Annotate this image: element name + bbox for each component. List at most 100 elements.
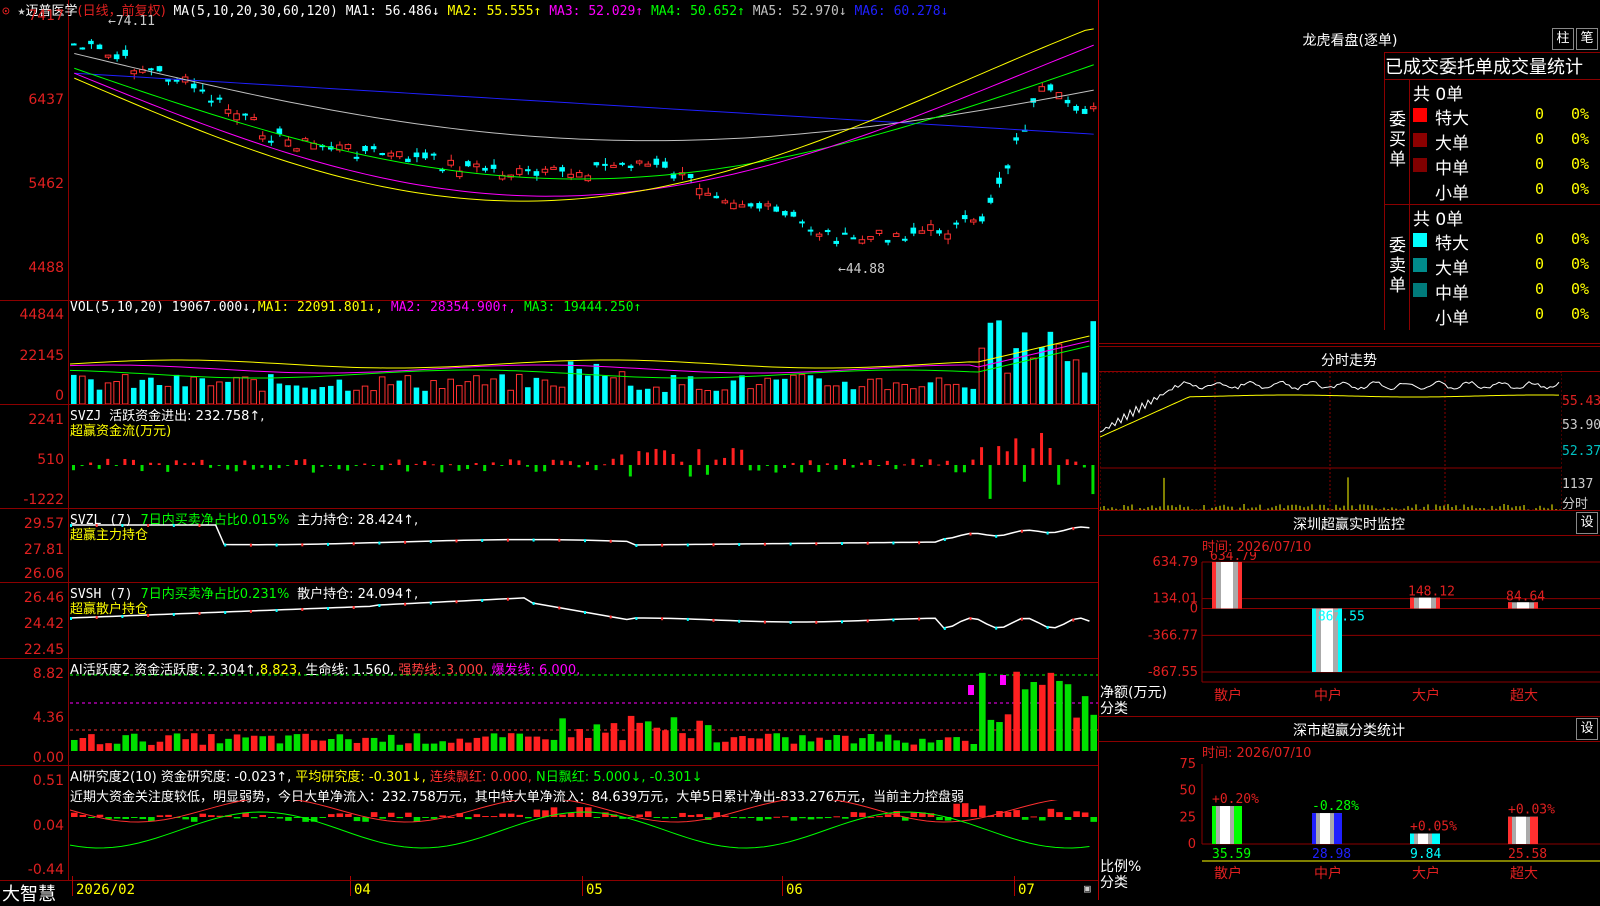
- intraday-tick: 55.43: [1562, 394, 1600, 409]
- ai-active-bar: [396, 744, 404, 751]
- sell-row-pct: 0%: [1571, 230, 1590, 248]
- volume-bar: [602, 375, 608, 404]
- svzj-bar: [654, 448, 658, 465]
- classify-chart[interactable]: 75 50 25 0 +0.20% 35.59 散户 -0.28% 28.98 中户 +0.05% 9…: [1098, 758, 1600, 900]
- ai-active-bar: [636, 722, 643, 751]
- volume-bar: [71, 374, 77, 404]
- classify-bar-edge: [1234, 806, 1242, 844]
- ai-active-bar: [79, 738, 87, 751]
- monitor-bar-highlight: [1221, 562, 1233, 609]
- volume-bar: [773, 379, 780, 404]
- pane-divider: [0, 880, 1098, 881]
- price-candle: [584, 175, 592, 182]
- svsh-chart[interactable]: [70, 583, 1098, 658]
- classify-settings-button[interactable]: 设: [1576, 718, 1598, 740]
- ai-research-bar: [936, 817, 943, 821]
- ai-active-tick: 4.36: [32, 710, 64, 726]
- svzj-bar: [868, 459, 872, 465]
- volume-bar: [121, 374, 129, 404]
- svzl-tick: 26.06: [23, 566, 64, 582]
- bar-mode-button[interactable]: 柱: [1552, 28, 1574, 50]
- svzj-chart[interactable]: [70, 405, 1098, 508]
- ai-active-bar: [1021, 689, 1029, 751]
- volume-bar: [687, 376, 694, 404]
- price-tick: 5462: [28, 176, 64, 192]
- ai-active-bar: [550, 739, 558, 751]
- volume-bar: [156, 385, 163, 404]
- ai-active-chart[interactable]: [70, 659, 1098, 765]
- dragon-table: 委买单 委卖单 共 0单 共 0单 特大 0 0% 大单 0 0% 中单 0 0% 小单 0 0% 特…: [1384, 80, 1600, 330]
- ai-research-bar: [687, 814, 695, 817]
- sell-row-pct: 0%: [1571, 255, 1590, 273]
- svzj-bar: [294, 460, 298, 465]
- ai-research-bar: [1090, 817, 1097, 822]
- ai-research-bar: [113, 817, 121, 819]
- ai-active-bar: [439, 741, 446, 751]
- price-tick: 6437: [28, 92, 64, 108]
- volume-bar: [678, 384, 686, 404]
- tick-mode-button[interactable]: 笔: [1576, 28, 1598, 50]
- svzl-dot: [224, 543, 227, 547]
- intraday-chart[interactable]: [1100, 372, 1562, 510]
- svzj-bar: [209, 465, 213, 468]
- buy-group-label: 委买单: [1389, 110, 1406, 170]
- price-candle: [610, 164, 617, 168]
- svzl-dot: [198, 524, 201, 527]
- ai-research-chart[interactable]: [70, 800, 1098, 880]
- volume-chart[interactable]: [70, 316, 1098, 404]
- ai-active-bar: [156, 741, 164, 751]
- price-candle: [961, 215, 968, 220]
- ai-research-bar: [1047, 808, 1055, 817]
- price-candle: [858, 239, 866, 244]
- svsh-dot: [738, 619, 741, 623]
- volume-bar: [567, 361, 574, 404]
- svzl-chart[interactable]: [70, 509, 1098, 582]
- classify-bar-edge: [1312, 813, 1316, 844]
- price-chart[interactable]: [70, 14, 1098, 300]
- monitor-settings-button[interactable]: 设: [1576, 512, 1598, 534]
- ai-active-bar: [242, 737, 249, 751]
- ai-active-bar: [970, 744, 978, 751]
- ai-active-bar: [456, 738, 464, 751]
- ai-active-bar: [190, 733, 198, 751]
- price-candle: [122, 49, 128, 56]
- price-candle: [515, 168, 523, 175]
- price-candle: [71, 43, 77, 46]
- price-candle: [173, 79, 180, 82]
- monitor-chart[interactable]: 634.79134.010-366.77-867.55634.79散户-867.…: [1098, 552, 1600, 716]
- volume-bar: [730, 380, 737, 404]
- ai-research-bar: [387, 812, 395, 817]
- volume-bar: [430, 380, 437, 404]
- volume-bar: [387, 384, 395, 404]
- ai-active-bar: [730, 737, 738, 751]
- ai-research-bar: [593, 817, 601, 818]
- ai-active-bar: [747, 738, 755, 751]
- volume-bar: [952, 383, 960, 404]
- svzj-bar: [783, 465, 787, 468]
- svzj-bar: [466, 465, 470, 470]
- volume-bar: [88, 379, 94, 404]
- volume-bar: [413, 387, 420, 404]
- svzj-bar: [191, 462, 195, 465]
- price-candle: [233, 113, 240, 121]
- volume-bar: [1081, 372, 1088, 404]
- price-candle: [362, 146, 368, 152]
- svzj-bar: [928, 459, 932, 465]
- low-marker: ←44.88: [838, 262, 885, 277]
- intraday-tick: 52.37: [1562, 444, 1600, 459]
- price-candle: [593, 162, 600, 166]
- ai-research-bar: [816, 817, 823, 819]
- svzj-bar: [251, 465, 255, 470]
- monitor-y-tick: 634.79: [1153, 555, 1199, 570]
- svzj-bar: [346, 465, 350, 471]
- volume-bar: [875, 378, 883, 404]
- price-candle: [979, 216, 985, 222]
- ai-research-bar: [670, 817, 678, 818]
- price-candle: [79, 47, 86, 50]
- volume-bar: [370, 390, 377, 404]
- price-candle: [662, 161, 668, 168]
- lock-icon[interactable]: ▣: [1084, 882, 1091, 895]
- ma-line-2: [74, 53, 1094, 142]
- ai-active-bar: [268, 735, 275, 751]
- svzl-dot: [635, 544, 638, 547]
